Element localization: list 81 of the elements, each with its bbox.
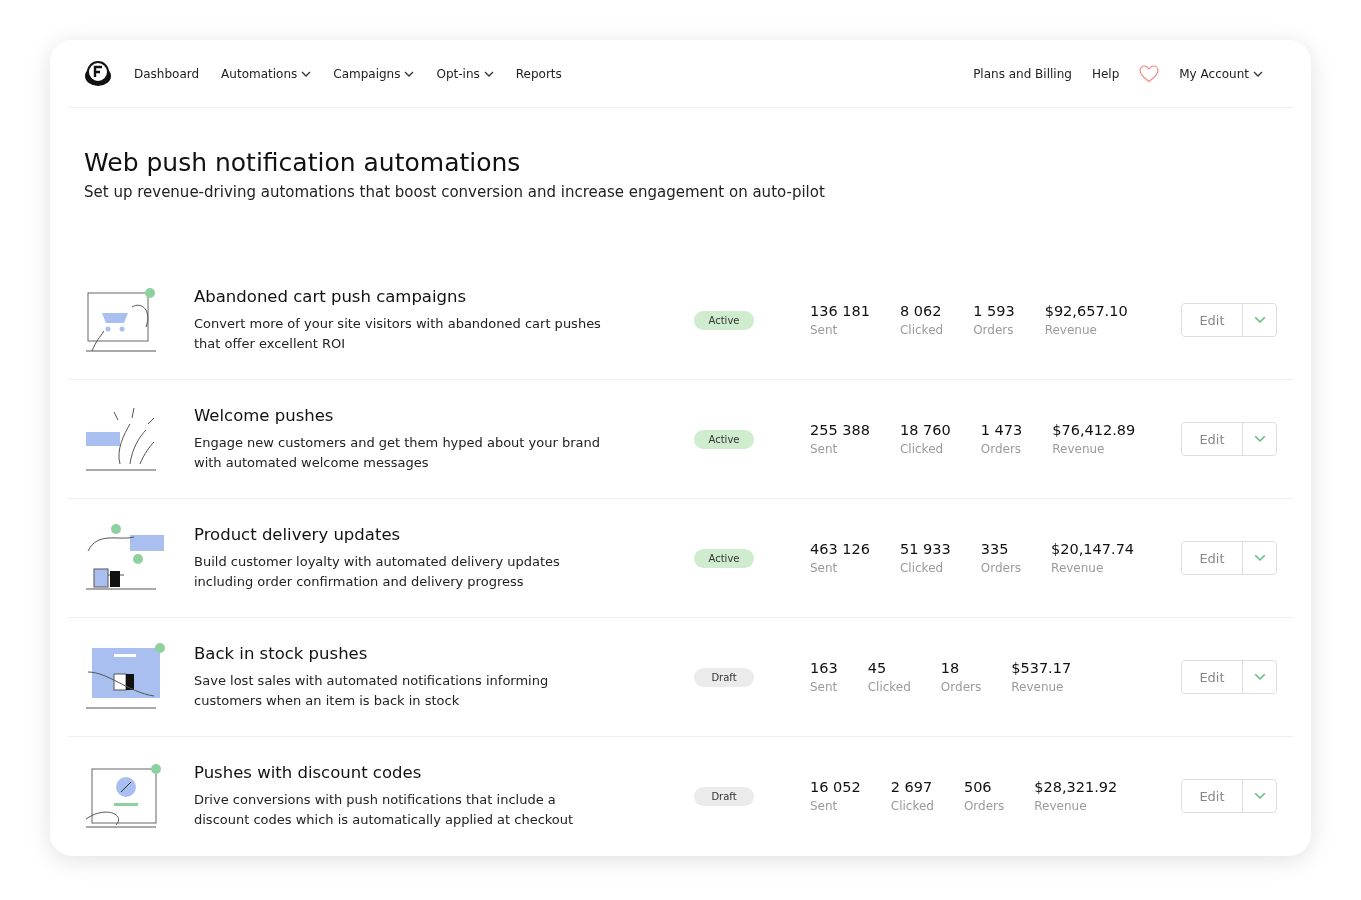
stat-value: $537.17 [1011, 660, 1072, 676]
nav-link[interactable]: Plans and Billing [973, 66, 1072, 81]
status-badge: Draft [694, 667, 754, 687]
stat-value: 18 760 [899, 422, 951, 438]
automation-title: Product delivery updates [194, 524, 402, 544]
dropdown-button[interactable] [1242, 304, 1276, 336]
chevron-down-icon [1253, 70, 1263, 77]
automation-title: Back in stock pushes [194, 643, 369, 663]
account-menu[interactable]: My Account [1179, 66, 1263, 81]
chevron-down-icon [1253, 554, 1266, 562]
nav-link[interactable]: Campaigns [333, 66, 415, 81]
status-badge: Draft [694, 786, 754, 806]
status-badge: Active [694, 548, 754, 568]
dropdown-button[interactable] [1242, 780, 1276, 812]
automation-title: Welcome pushes [194, 405, 335, 425]
stat-value: 506 [963, 779, 993, 795]
heart-icon[interactable] [1139, 64, 1160, 83]
stat-value: 8 062 [899, 303, 943, 319]
stat-value: $28,321.92 [1034, 779, 1118, 795]
automation-description: Save lost sales with automated notifications informing customers when an item is back in stock [194, 671, 550, 710]
stat-label: Sent [810, 799, 839, 813]
nav-link[interactable]: Opt-ins [436, 66, 494, 81]
chevron-down-icon [404, 70, 415, 77]
stat-label: Orders [980, 442, 1023, 456]
chevron-down-icon [1253, 316, 1266, 324]
nav-link[interactable]: Automations [221, 66, 312, 81]
stat-label: Clicked [899, 442, 945, 456]
stat-value: 2 697 [890, 779, 934, 795]
automation-description: Build customer loyalty with automated delivery updates including order confirmation and delivery progress [194, 552, 561, 591]
stat-value: $20,147.74 [1051, 541, 1135, 557]
stat-label: Revenue [1011, 680, 1065, 694]
automation-title: Abandoned cart push campaigns [194, 286, 468, 306]
stat-label: Clicked [899, 561, 945, 575]
stat-label: Clicked [890, 799, 934, 813]
page-title: Web push notification automations [84, 148, 522, 177]
nav-link[interactable]: Dashboard [134, 66, 200, 81]
chevron-down-icon [1253, 792, 1266, 800]
stat-label: Clicked [899, 323, 944, 337]
chevron-down-icon [483, 70, 494, 77]
stat-label: Revenue [1051, 561, 1105, 575]
stat-value: 255 388 [810, 422, 870, 438]
stat-value: 463 126 [810, 541, 870, 557]
status-badge: Active [694, 310, 754, 330]
automation-description: Drive conversions with push notifications that include a discount codes which is automatically applied at checkout [194, 790, 575, 829]
stat-value: 51 933 [899, 541, 951, 557]
chevron-down-icon [301, 70, 312, 77]
stat-label: Sent [810, 561, 839, 575]
stat-value: 136 181 [810, 303, 870, 319]
stat-label: Sent [810, 323, 839, 337]
stat-label: Orders [940, 680, 982, 694]
stat-value: 18 [940, 660, 961, 676]
logo-icon [84, 60, 112, 87]
stat-value: $92,657.10 [1044, 303, 1128, 319]
stat-label: Orders [963, 799, 1005, 813]
dropdown-button[interactable] [1242, 423, 1276, 455]
stat-value: 45 [867, 660, 888, 676]
automation-description: Convert more of your site visitors with abandoned cart pushes that offer excellent ROI [194, 314, 602, 353]
stat-label: Orders [980, 561, 1022, 575]
chevron-down-icon [1253, 673, 1266, 681]
stat-label: Revenue [1044, 323, 1098, 337]
stat-label: Clicked [867, 680, 911, 694]
automation-title: Pushes with discount codes [194, 762, 423, 782]
automation-description: Engage new customers and get them hyped about your brand with automated welcome messages [194, 433, 601, 472]
dropdown-button[interactable] [1242, 661, 1276, 693]
stat-label: Sent [810, 442, 839, 456]
stat-value: 16 052 [810, 779, 861, 795]
chevron-down-icon [1253, 435, 1266, 443]
stat-value: 163 [810, 660, 838, 676]
nav-link[interactable]: Reports [515, 66, 562, 81]
nav-link[interactable]: Help [1091, 66, 1120, 81]
stat-value: 335 [980, 541, 1010, 557]
stat-label: Orders [973, 323, 1015, 337]
stat-label: Revenue [1034, 799, 1088, 813]
stat-value: 1 473 [980, 422, 1023, 438]
dropdown-button[interactable] [1242, 542, 1276, 574]
stat-label: Sent [810, 680, 838, 694]
status-badge: Active [694, 429, 754, 449]
stat-value: 1 593 [973, 303, 1015, 319]
page-subtitle: Set up revenue-driving automations that boost conversion and increase engagement on auto-pilot [84, 183, 826, 201]
stat-label: Revenue [1052, 442, 1106, 456]
stat-value: $76,412.89 [1052, 422, 1136, 438]
